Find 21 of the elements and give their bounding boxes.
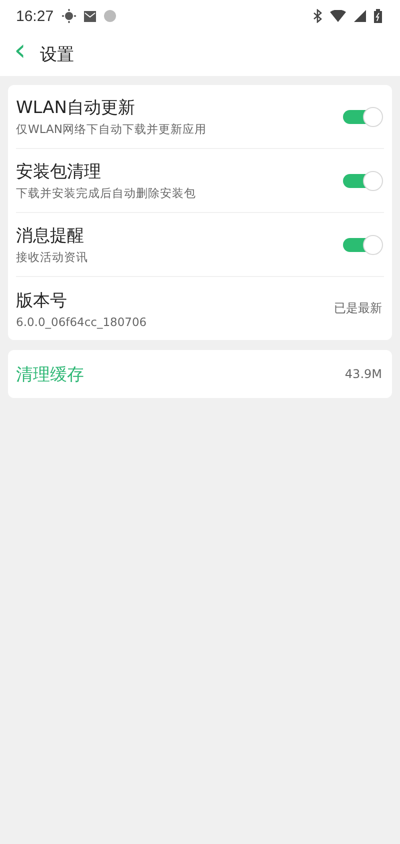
signal-icon	[354, 10, 366, 22]
setting-title: 安装包清理	[16, 161, 102, 183]
page-title: 设置	[40, 44, 74, 66]
setting-description: 接收活动资讯	[16, 250, 89, 265]
setting-title: WLAN自动更新	[16, 97, 136, 119]
status-time: 16:27	[16, 8, 54, 24]
setting-description: 6.0.0_06f64cc_180706	[16, 314, 148, 328]
setting-description: 仅WLAN网络下自动下载并更新应用	[16, 122, 208, 137]
setting-title: 消息提醒	[16, 225, 85, 247]
wifi-icon	[330, 10, 346, 22]
battery-icon	[374, 9, 382, 23]
dot-icon	[104, 10, 116, 22]
brightness-icon	[62, 9, 76, 23]
mail-icon	[84, 10, 96, 22]
bluetooth-icon	[313, 9, 322, 23]
setting-description: 下载并安装完成后自动删除安装包	[16, 186, 197, 201]
back-button[interactable]: ‹	[14, 36, 26, 66]
cache-size: 43.9M	[344, 367, 382, 381]
clear-cache-button[interactable]: 清理缓存	[16, 362, 345, 386]
setting-title: 版本号	[16, 290, 68, 312]
version-status: 已是最新	[334, 300, 382, 317]
